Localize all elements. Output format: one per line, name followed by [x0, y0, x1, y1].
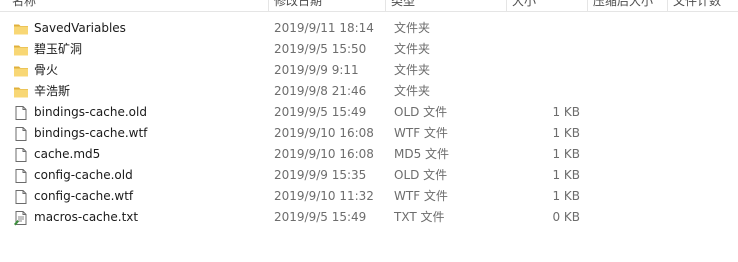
file-date-modified: 2019/9/10 16:08: [274, 147, 374, 161]
file-type: MD5 文件: [394, 147, 450, 161]
file-name: 碧玉矿洞: [34, 42, 83, 56]
file-icon: [13, 189, 29, 205]
column-header-compressed[interactable]: 压缩后大小: [593, 0, 663, 11]
file-date-modified: 2019/9/9 15:35: [274, 168, 367, 182]
file-icon: [13, 147, 29, 163]
column-header-date[interactable]: 修改日期: [274, 0, 379, 11]
file-row[interactable]: 辛浩斯 2019/9/8 21:46 文件夹: [0, 81, 738, 102]
column-divider[interactable]: [385, 0, 386, 11]
file-size: 1 KB: [552, 189, 580, 203]
file-date-modified: 2019/9/5 15:49: [274, 210, 367, 224]
file-type: 文件夹: [394, 21, 431, 35]
text-file-icon: [13, 210, 29, 226]
file-name: macros-cache.txt: [34, 210, 139, 224]
file-icon: [13, 126, 29, 142]
file-row[interactable]: 碧玉矿洞 2019/9/5 15:50 文件夹: [0, 39, 738, 60]
file-row[interactable]: cache.md5 2019/9/10 16:08 MD5 文件 1 KB: [0, 144, 738, 165]
file-type: WTF 文件: [394, 189, 448, 203]
file-size: 0 KB: [552, 210, 580, 224]
file-date-modified: 2019/9/10 16:08: [274, 126, 374, 140]
file-type: TXT 文件: [394, 210, 445, 224]
column-divider[interactable]: [268, 0, 269, 11]
file-size: 1 KB: [552, 147, 580, 161]
file-name: SavedVariables: [34, 21, 126, 35]
file-row[interactable]: config-cache.old 2019/9/9 15:35 OLD 文件 1 KB: [0, 165, 738, 186]
file-size: 1 KB: [552, 168, 580, 182]
folder-icon: [13, 42, 29, 58]
file-name: 辛浩斯: [34, 84, 71, 98]
file-name: cache.md5: [34, 147, 101, 161]
file-row[interactable]: 骨火 2019/9/9 9:11 文件夹: [0, 60, 738, 81]
column-divider[interactable]: [587, 0, 588, 11]
file-name: bindings-cache.old: [34, 105, 147, 119]
file-type: OLD 文件: [394, 105, 448, 119]
column-divider[interactable]: [667, 0, 668, 11]
file-row[interactable]: config-cache.wtf 2019/9/10 11:32 WTF 文件 1 K…: [0, 186, 738, 207]
file-type: 文件夹: [394, 63, 431, 77]
folder-icon: [13, 84, 29, 100]
column-header-size[interactable]: 大小: [512, 0, 582, 11]
file-row[interactable]: macros-cache.txt 2019/9/5 15:49 TXT 文件 0 KB: [0, 207, 738, 228]
file-icon: [13, 168, 29, 184]
file-row[interactable]: bindings-cache.old 2019/9/5 15:49 OLD 文件 1 …: [0, 102, 738, 123]
column-header-type[interactable]: 类型: [391, 0, 501, 11]
file-date-modified: 2019/9/8 21:46: [274, 84, 367, 98]
column-header: 名称 修改日期 类型 大小 压缩后大小 文件计数: [0, 0, 738, 12]
file-date-modified: 2019/9/11 18:14: [274, 21, 374, 35]
file-date-modified: 2019/9/5 15:49: [274, 105, 367, 119]
file-name: 骨火: [34, 63, 59, 77]
file-date-modified: 2019/9/9 9:11: [274, 63, 359, 77]
file-date-modified: 2019/9/5 15:50: [274, 42, 367, 56]
file-icon: [13, 105, 29, 121]
file-type: OLD 文件: [394, 168, 448, 182]
column-header-name[interactable]: 名称: [12, 0, 252, 11]
file-type: WTF 文件: [394, 126, 448, 140]
file-size: 1 KB: [552, 126, 580, 140]
column-header-extra[interactable]: 文件计数: [673, 0, 738, 11]
file-type: 文件夹: [394, 84, 431, 98]
file-date-modified: 2019/9/10 11:32: [274, 189, 374, 203]
folder-icon: [13, 63, 29, 79]
file-name: config-cache.wtf: [34, 189, 134, 203]
file-size: 1 KB: [552, 105, 580, 119]
folder-icon: [13, 21, 29, 37]
file-name: bindings-cache.wtf: [34, 126, 148, 140]
file-type: 文件夹: [394, 42, 431, 56]
file-name: config-cache.old: [34, 168, 133, 182]
column-divider[interactable]: [506, 0, 507, 11]
file-row[interactable]: bindings-cache.wtf 2019/9/10 16:08 WTF 文件 1…: [0, 123, 738, 144]
file-row[interactable]: SavedVariables 2019/9/11 18:14 文件夹: [0, 18, 738, 39]
